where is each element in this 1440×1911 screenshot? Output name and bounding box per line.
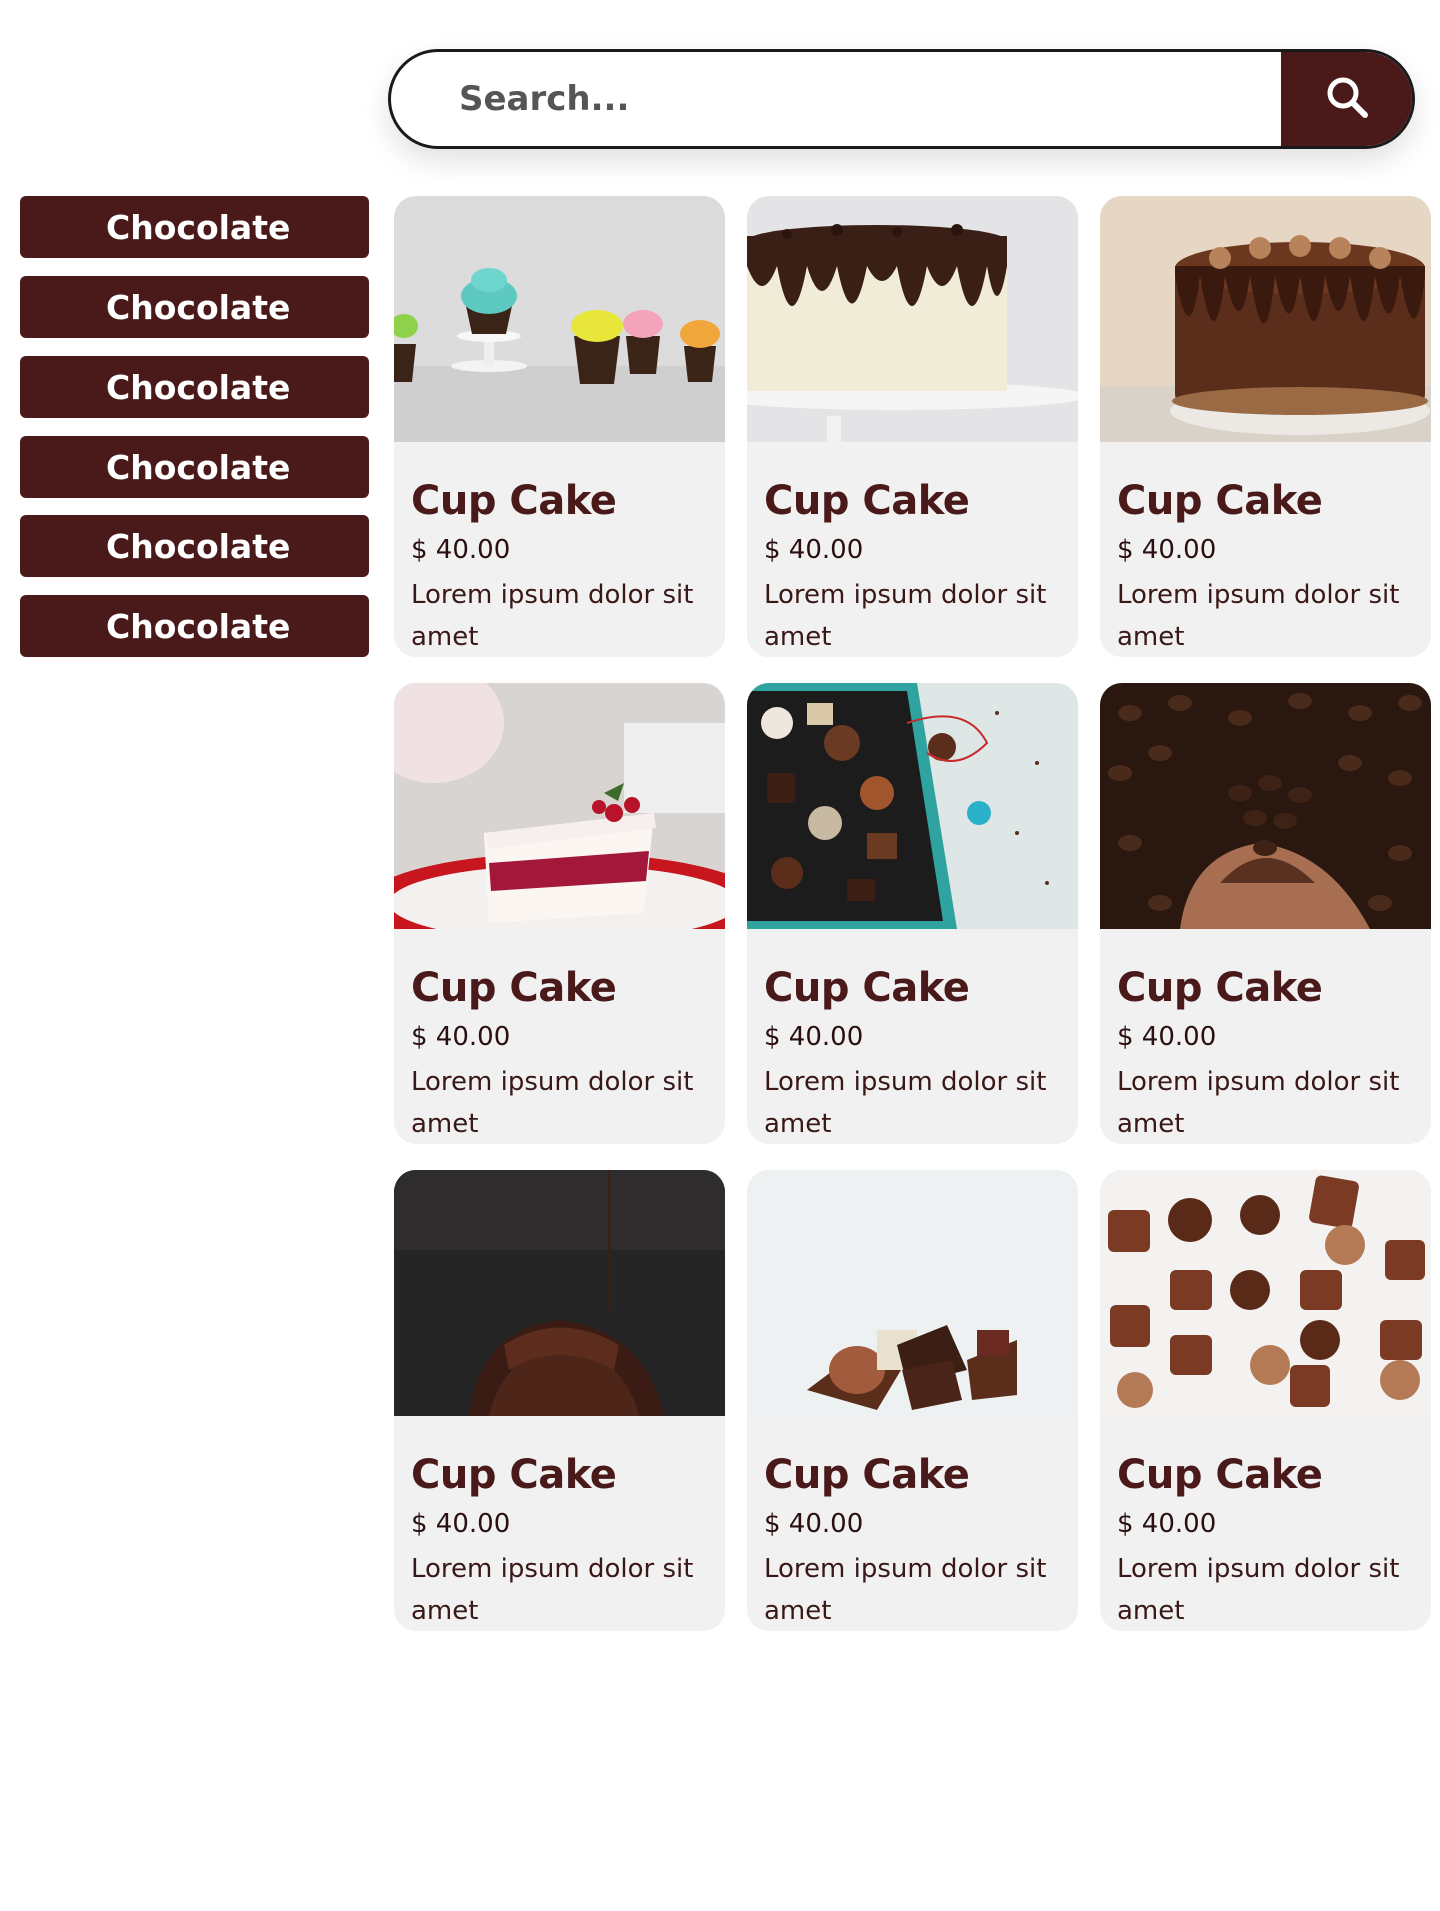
category-button[interactable]: Chocolate	[20, 356, 369, 418]
product-card[interactable]: Cup Cake $ 40.00 Lorem ipsum dolor sit a…	[394, 196, 725, 657]
search-bar	[388, 49, 1415, 149]
category-button[interactable]: Chocolate	[20, 276, 369, 338]
product-price: $ 40.00	[411, 1509, 511, 1539]
product-price: $ 40.00	[764, 1022, 864, 1052]
category-button[interactable]: Chocolate	[20, 436, 369, 498]
product-price: $ 40.00	[1117, 1022, 1217, 1052]
product-image	[394, 196, 725, 442]
product-card[interactable]: Cup Cake $ 40.00 Lorem ipsum dolor sit a…	[394, 683, 725, 1144]
product-image	[1100, 196, 1431, 442]
product-card[interactable]: Cup Cake $ 40.00 Lorem ipsum dolor sit a…	[747, 683, 1078, 1144]
product-title: Cup Cake	[1117, 1452, 1323, 1498]
product-card[interactable]: Cup Cake $ 40.00 Lorem ipsum dolor sit a…	[1100, 196, 1431, 657]
product-price: $ 40.00	[764, 1509, 864, 1539]
search-input[interactable]	[391, 52, 1287, 146]
product-title: Cup Cake	[411, 965, 617, 1011]
product-image	[394, 683, 725, 929]
product-image	[747, 1170, 1078, 1416]
category-button[interactable]: Chocolate	[20, 595, 369, 657]
search-icon	[1323, 73, 1371, 125]
product-title: Cup Cake	[764, 965, 970, 1011]
product-description: Lorem ipsum dolor sit amet	[764, 580, 1047, 652]
category-button[interactable]: Chocolate	[20, 515, 369, 577]
product-card[interactable]: Cup Cake $ 40.00 Lorem ipsum dolor sit a…	[1100, 683, 1431, 1144]
product-title: Cup Cake	[1117, 965, 1323, 1011]
product-image	[747, 683, 1078, 929]
product-price: $ 40.00	[411, 535, 511, 565]
product-description: Lorem ipsum dolor sit amet	[764, 1067, 1047, 1139]
product-price: $ 40.00	[764, 535, 864, 565]
product-description: Lorem ipsum dolor sit amet	[764, 1554, 1047, 1626]
product-card[interactable]: Cup Cake $ 40.00 Lorem ipsum dolor sit a…	[394, 1170, 725, 1631]
product-card[interactable]: Cup Cake $ 40.00 Lorem ipsum dolor sit a…	[1100, 1170, 1431, 1631]
product-price: $ 40.00	[411, 1022, 511, 1052]
product-description: Lorem ipsum dolor sit amet	[1117, 1554, 1400, 1626]
product-card[interactable]: Cup Cake $ 40.00 Lorem ipsum dolor sit a…	[747, 196, 1078, 657]
search-button[interactable]	[1281, 52, 1412, 146]
product-title: Cup Cake	[411, 1452, 617, 1498]
product-description: Lorem ipsum dolor sit amet	[411, 580, 694, 652]
product-description: Lorem ipsum dolor sit amet	[1117, 580, 1400, 652]
product-title: Cup Cake	[764, 478, 970, 524]
product-image	[747, 196, 1078, 442]
product-price: $ 40.00	[1117, 535, 1217, 565]
category-button[interactable]: Chocolate	[20, 196, 369, 258]
product-description: Lorem ipsum dolor sit amet	[411, 1554, 694, 1626]
product-price: $ 40.00	[1117, 1509, 1217, 1539]
product-description: Lorem ipsum dolor sit amet	[411, 1067, 694, 1139]
product-description: Lorem ipsum dolor sit amet	[1117, 1067, 1400, 1139]
product-title: Cup Cake	[411, 478, 617, 524]
product-image	[1100, 683, 1431, 929]
product-image	[394, 1170, 725, 1416]
product-title: Cup Cake	[764, 1452, 970, 1498]
product-title: Cup Cake	[1117, 478, 1323, 524]
product-card[interactable]: Cup Cake $ 40.00 Lorem ipsum dolor sit a…	[747, 1170, 1078, 1631]
product-image	[1100, 1170, 1431, 1416]
